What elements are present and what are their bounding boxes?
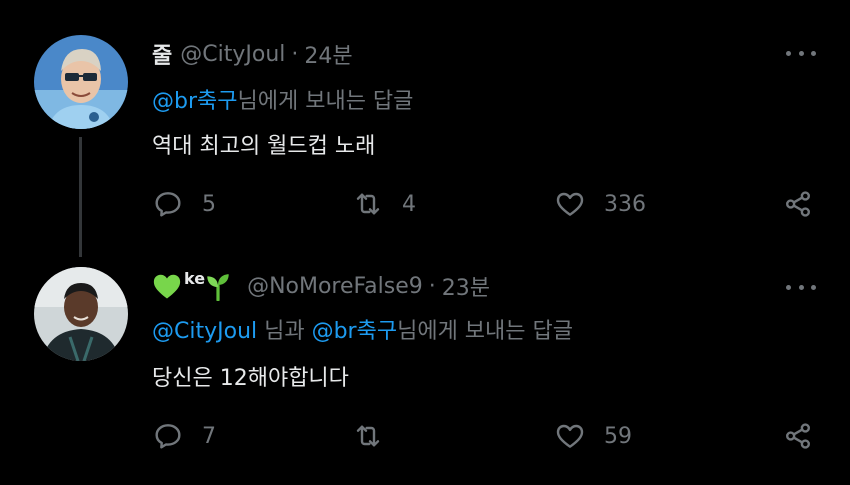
share-button[interactable]	[782, 416, 814, 456]
action-bar: 7 59	[152, 416, 822, 456]
user-handle[interactable]: @NoMoreFalse9	[247, 274, 423, 299]
avatar[interactable]	[34, 267, 128, 361]
reply-button[interactable]: 7	[152, 416, 216, 456]
like-icon	[556, 424, 584, 448]
retweet-icon	[356, 425, 380, 447]
separator-dot: ·	[428, 273, 436, 299]
tweet-2[interactable]: ke @NoMoreFalse9 · 23분 @CityJoul 님과 @br축…	[0, 0, 850, 485]
green-heart-icon	[153, 274, 181, 299]
mention-link[interactable]: @CityJoul	[152, 319, 257, 344]
reply-suffix: 님에게 보내는 답글	[397, 319, 574, 344]
seedling-icon	[207, 274, 229, 301]
share-icon	[786, 423, 810, 449]
like-count: 59	[604, 423, 632, 449]
like-button[interactable]: 59	[554, 416, 632, 456]
reply-icon	[155, 424, 181, 449]
timestamp[interactable]: 23분	[442, 270, 490, 302]
name-text: ke	[184, 268, 206, 288]
mention-link-2[interactable]: @br축구	[312, 319, 398, 344]
more-icon[interactable]	[786, 282, 816, 292]
reply-context: @CityJoul 님과 @br축구님에게 보내는 답글	[152, 313, 573, 345]
reply-mid: 님과	[257, 319, 312, 344]
name-emoji-badge[interactable]: ke	[152, 268, 231, 301]
reply-count: 7	[202, 423, 216, 449]
retweet-button[interactable]	[352, 416, 384, 456]
tweet-text: 당신은 12해야합니다	[152, 366, 349, 391]
tweet-header: ke @NoMoreFalse9 · 23분	[152, 268, 490, 304]
